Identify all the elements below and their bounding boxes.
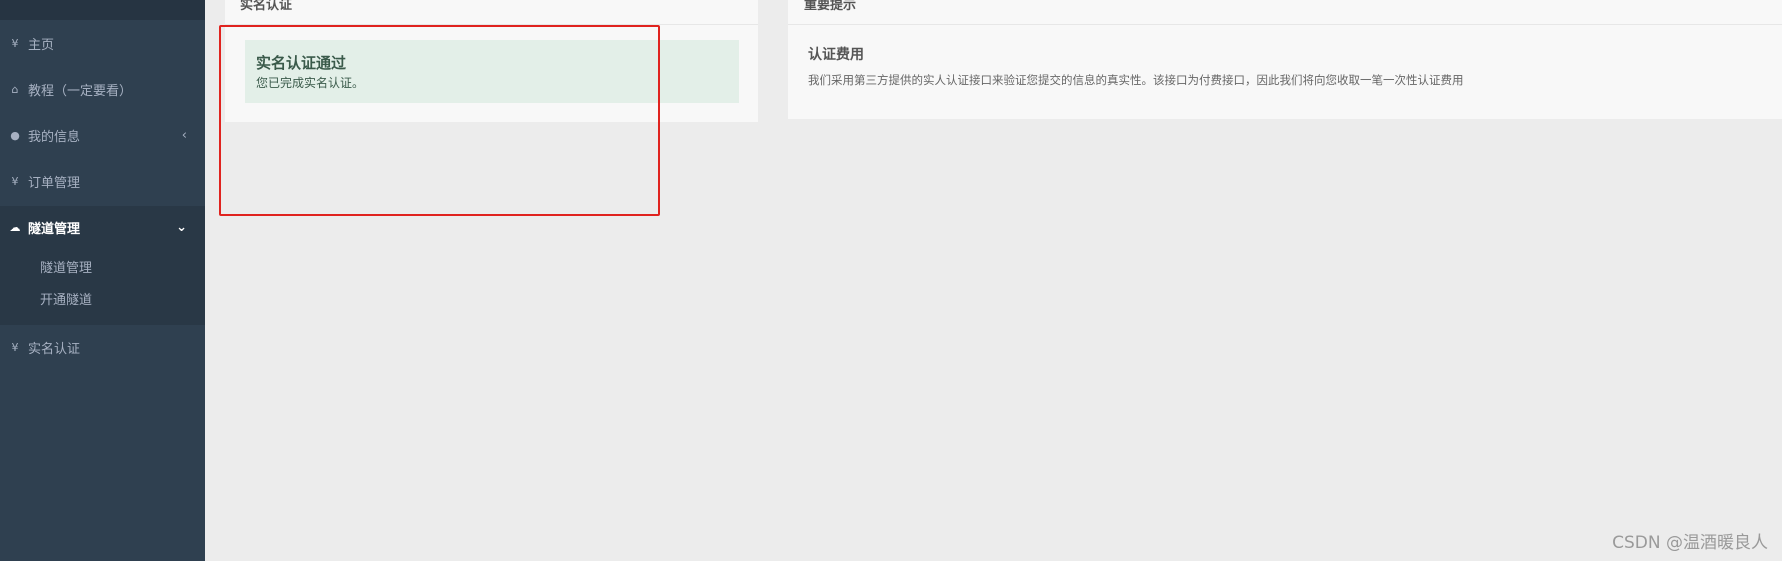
- sidebar-item-label: 实名认证: [28, 341, 81, 357]
- yen-icon: ¥: [11, 174, 19, 188]
- yen-icon: ¥: [11, 340, 19, 354]
- highlight-annotation-box: [219, 25, 660, 216]
- sidebar-subitem-tunnel-management[interactable]: 隧道管理: [40, 251, 92, 281]
- sidebar-item-my-info[interactable]: ● 我的信息 ‹: [0, 112, 205, 158]
- sidebar-item-tunnels[interactable]: ☁ 隧道管理 ⌄: [0, 204, 205, 250]
- sidebar-item-label: 隧道管理: [28, 221, 81, 237]
- home-icon: ⌂: [11, 82, 19, 96]
- sidebar-item-label: 订单管理: [28, 175, 81, 191]
- watermark: CSDN @温酒暖良人: [1612, 533, 1768, 553]
- panel-title: 重要提示: [804, 0, 857, 13]
- sidebar-item-label: 主页: [28, 37, 55, 53]
- sidebar-item-tutorial[interactable]: ⌂ 教程（一定要看）: [0, 66, 205, 112]
- panel-header: 实名认证: [225, 0, 758, 25]
- user-icon: ●: [10, 128, 20, 142]
- panel-header: 重要提示: [788, 0, 1782, 25]
- sidebar-top: [0, 0, 205, 20]
- notice-panel: 重要提示 认证费用 我们采用第三方提供的实人认证接口来验证您提交的信息的真实性。…: [788, 0, 1782, 119]
- sidebar-item-verification[interactable]: ¥ 实名认证: [0, 324, 205, 370]
- sidebar: ¥ 主页 ⌂ 教程（一定要看） ● 我的信息 ‹ ¥ 订单管理 ☁ 隧道管理 ⌄…: [0, 0, 205, 561]
- fee-text: 我们采用第三方提供的实人认证接口来验证您提交的信息的真实性。该接口为付费接口，因…: [808, 73, 1464, 87]
- panel-title: 实名认证: [240, 0, 293, 13]
- sidebar-subitem-open-tunnel[interactable]: 开通隧道: [40, 283, 92, 313]
- sidebar-item-label: 教程（一定要看）: [28, 83, 133, 99]
- yen-icon: ¥: [11, 36, 19, 50]
- cloud-icon: ☁: [9, 220, 21, 234]
- sidebar-item-label: 我的信息: [28, 129, 81, 145]
- chevron-left-icon: ‹: [181, 127, 187, 143]
- sidebar-item-home[interactable]: ¥ 主页: [0, 20, 205, 66]
- fee-title: 认证费用: [808, 47, 864, 63]
- chevron-down-icon: ⌄: [176, 219, 187, 235]
- sidebar-item-orders[interactable]: ¥ 订单管理: [0, 158, 205, 204]
